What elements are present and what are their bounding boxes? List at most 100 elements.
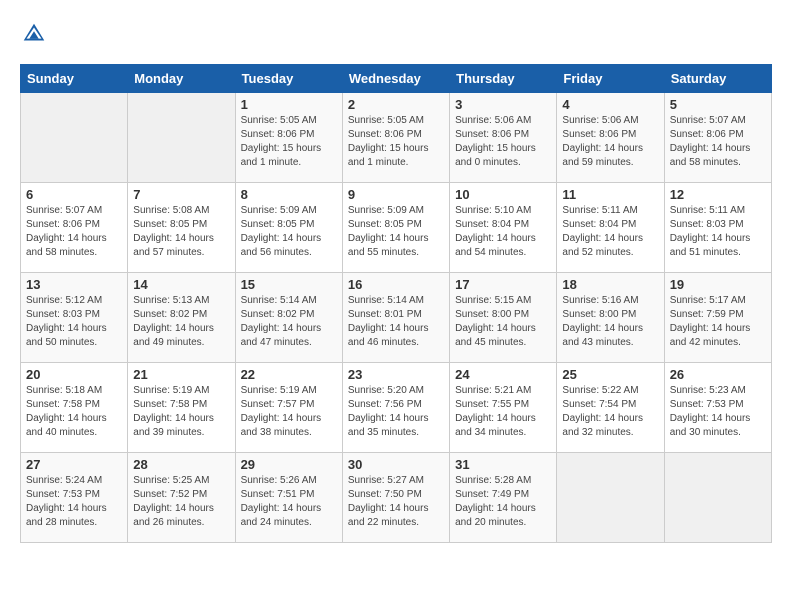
day-cell: 10Sunrise: 5:10 AMSunset: 8:04 PMDayligh… bbox=[450, 183, 557, 273]
day-info: Sunrise: 5:08 AMSunset: 8:05 PMDaylight:… bbox=[133, 204, 229, 260]
day-info: Sunrise: 5:19 AMSunset: 7:57 PMDaylight:… bbox=[241, 384, 337, 440]
day-info: Sunrise: 5:05 AMSunset: 8:06 PMDaylight:… bbox=[241, 114, 337, 170]
day-cell: 4Sunrise: 5:06 AMSunset: 8:06 PMDaylight… bbox=[557, 93, 664, 183]
day-info: Sunrise: 5:23 AMSunset: 7:53 PMDaylight:… bbox=[670, 384, 766, 440]
day-info: Sunrise: 5:14 AMSunset: 8:01 PMDaylight:… bbox=[348, 294, 444, 350]
day-cell: 24 Sunrise: 5:21 AMSunset: 7:55 PMDayligh… bbox=[450, 363, 557, 453]
day-info: Sunrise: 5:28 AMSunset: 7:49 PMDaylight:… bbox=[455, 474, 551, 530]
day-number: 27 bbox=[26, 457, 122, 472]
day-number: 6 bbox=[26, 187, 122, 202]
day-number: 1 bbox=[241, 97, 337, 112]
day-header-sunday: Sunday bbox=[21, 65, 128, 93]
day-info: Sunrise: 5:06 AMSunset: 8:06 PMDaylight:… bbox=[562, 114, 658, 170]
day-info: Sunrise: 5:27 AMSunset: 7:50 PMDaylight:… bbox=[348, 474, 444, 530]
day-info: Sunrise: 5:26 AMSunset: 7:51 PMDaylight:… bbox=[241, 474, 337, 530]
day-number: 25 bbox=[562, 367, 658, 382]
day-cell: 17 Sunrise: 5:15 AMSunset: 8:00 PMDayligh… bbox=[450, 273, 557, 363]
day-info: Sunrise: 5:16 AMSunset: 8:00 PMDaylight:… bbox=[562, 294, 658, 350]
day-info: Sunrise: 5:14 AMSunset: 8:02 PMDaylight:… bbox=[241, 294, 337, 350]
day-cell: 2 Sunrise: 5:05 AMSunset: 8:06 PMDaylight… bbox=[342, 93, 449, 183]
day-cell: 30 Sunrise: 5:27 AMSunset: 7:50 PMDayligh… bbox=[342, 453, 449, 543]
day-cell bbox=[664, 453, 771, 543]
day-header-monday: Monday bbox=[128, 65, 235, 93]
week-row-3: 13 Sunrise: 5:12 AMSunset: 8:03 PMDayligh… bbox=[21, 273, 772, 363]
day-info: Sunrise: 5:11 AMSunset: 8:04 PMDaylight:… bbox=[562, 204, 658, 260]
week-row-5: 27 Sunrise: 5:24 AMSunset: 7:53 PMDayligh… bbox=[21, 453, 772, 543]
day-number: 29 bbox=[241, 457, 337, 472]
day-info: Sunrise: 5:09 AMSunset: 8:05 PMDaylight:… bbox=[348, 204, 444, 260]
day-cell: 27 Sunrise: 5:24 AMSunset: 7:53 PMDayligh… bbox=[21, 453, 128, 543]
day-number: 8 bbox=[241, 187, 337, 202]
day-number: 18 bbox=[562, 277, 658, 292]
day-cell: 21 Sunrise: 5:19 AMSunset: 7:58 PMDayligh… bbox=[128, 363, 235, 453]
day-number: 31 bbox=[455, 457, 551, 472]
day-info: Sunrise: 5:11 AMSunset: 8:03 PMDaylight:… bbox=[670, 204, 766, 260]
day-info: Sunrise: 5:22 AMSunset: 7:54 PMDaylight:… bbox=[562, 384, 658, 440]
day-number: 26 bbox=[670, 367, 766, 382]
day-info: Sunrise: 5:19 AMSunset: 7:58 PMDaylight:… bbox=[133, 384, 229, 440]
day-cell: 1 Sunrise: 5:05 AMSunset: 8:06 PMDaylight… bbox=[235, 93, 342, 183]
day-cell: 25 Sunrise: 5:22 AMSunset: 7:54 PMDayligh… bbox=[557, 363, 664, 453]
page-header bbox=[20, 20, 772, 48]
day-number: 24 bbox=[455, 367, 551, 382]
day-number: 19 bbox=[670, 277, 766, 292]
week-row-2: 6 Sunrise: 5:07 AMSunset: 8:06 PMDaylight… bbox=[21, 183, 772, 273]
day-number: 23 bbox=[348, 367, 444, 382]
day-info: Sunrise: 5:09 AMSunset: 8:05 PMDaylight:… bbox=[241, 204, 337, 260]
day-number: 22 bbox=[241, 367, 337, 382]
day-cell bbox=[21, 93, 128, 183]
day-info: Sunrise: 5:15 AMSunset: 8:00 PMDaylight:… bbox=[455, 294, 551, 350]
day-number: 30 bbox=[348, 457, 444, 472]
day-cell: 28Sunrise: 5:25 AMSunset: 7:52 PMDayligh… bbox=[128, 453, 235, 543]
day-info: Sunrise: 5:07 AMSunset: 8:06 PMDaylight:… bbox=[26, 204, 122, 260]
day-cell: 31 Sunrise: 5:28 AMSunset: 7:49 PMDayligh… bbox=[450, 453, 557, 543]
day-info: Sunrise: 5:25 AMSunset: 7:52 PMDaylight:… bbox=[133, 474, 229, 530]
day-number: 21 bbox=[133, 367, 229, 382]
day-cell: 16 Sunrise: 5:14 AMSunset: 8:01 PMDayligh… bbox=[342, 273, 449, 363]
day-cell bbox=[128, 93, 235, 183]
day-number: 14 bbox=[133, 277, 229, 292]
day-cell: 9 Sunrise: 5:09 AMSunset: 8:05 PMDaylight… bbox=[342, 183, 449, 273]
day-cell: 6 Sunrise: 5:07 AMSunset: 8:06 PMDaylight… bbox=[21, 183, 128, 273]
calendar-table: SundayMondayTuesdayWednesdayThursdayFrid… bbox=[20, 64, 772, 543]
day-number: 13 bbox=[26, 277, 122, 292]
day-cell: 13 Sunrise: 5:12 AMSunset: 8:03 PMDayligh… bbox=[21, 273, 128, 363]
day-number: 12 bbox=[670, 187, 766, 202]
logo-icon bbox=[20, 20, 48, 48]
day-number: 2 bbox=[348, 97, 444, 112]
day-number: 17 bbox=[455, 277, 551, 292]
day-number: 20 bbox=[26, 367, 122, 382]
day-info: Sunrise: 5:24 AMSunset: 7:53 PMDaylight:… bbox=[26, 474, 122, 530]
day-cell: 29 Sunrise: 5:26 AMSunset: 7:51 PMDayligh… bbox=[235, 453, 342, 543]
day-info: Sunrise: 5:21 AMSunset: 7:55 PMDaylight:… bbox=[455, 384, 551, 440]
day-info: Sunrise: 5:20 AMSunset: 7:56 PMDaylight:… bbox=[348, 384, 444, 440]
day-cell: 22 Sunrise: 5:19 AMSunset: 7:57 PMDayligh… bbox=[235, 363, 342, 453]
day-cell: 14 Sunrise: 5:13 AMSunset: 8:02 PMDayligh… bbox=[128, 273, 235, 363]
day-info: Sunrise: 5:12 AMSunset: 8:03 PMDaylight:… bbox=[26, 294, 122, 350]
day-info: Sunrise: 5:05 AMSunset: 8:06 PMDaylight:… bbox=[348, 114, 444, 170]
day-number: 5 bbox=[670, 97, 766, 112]
week-row-1: 1 Sunrise: 5:05 AMSunset: 8:06 PMDaylight… bbox=[21, 93, 772, 183]
day-header-tuesday: Tuesday bbox=[235, 65, 342, 93]
day-number: 11 bbox=[562, 187, 658, 202]
day-cell bbox=[557, 453, 664, 543]
day-number: 9 bbox=[348, 187, 444, 202]
day-number: 16 bbox=[348, 277, 444, 292]
day-cell: 18 Sunrise: 5:16 AMSunset: 8:00 PMDayligh… bbox=[557, 273, 664, 363]
day-info: Sunrise: 5:13 AMSunset: 8:02 PMDaylight:… bbox=[133, 294, 229, 350]
day-cell: 3Sunrise: 5:06 AMSunset: 8:06 PMDaylight… bbox=[450, 93, 557, 183]
week-row-4: 20 Sunrise: 5:18 AMSunset: 7:58 PMDayligh… bbox=[21, 363, 772, 453]
day-header-thursday: Thursday bbox=[450, 65, 557, 93]
day-cell: 19Sunrise: 5:17 AMSunset: 7:59 PMDayligh… bbox=[664, 273, 771, 363]
day-cell: 5Sunrise: 5:07 AMSunset: 8:06 PMDaylight… bbox=[664, 93, 771, 183]
day-cell: 12 Sunrise: 5:11 AMSunset: 8:03 PMDayligh… bbox=[664, 183, 771, 273]
day-info: Sunrise: 5:18 AMSunset: 7:58 PMDaylight:… bbox=[26, 384, 122, 440]
day-number: 7 bbox=[133, 187, 229, 202]
day-cell: 23 Sunrise: 5:20 AMSunset: 7:56 PMDayligh… bbox=[342, 363, 449, 453]
day-number: 15 bbox=[241, 277, 337, 292]
day-number: 3 bbox=[455, 97, 551, 112]
logo bbox=[20, 20, 52, 48]
day-info: Sunrise: 5:10 AMSunset: 8:04 PMDaylight:… bbox=[455, 204, 551, 260]
day-cell: 26 Sunrise: 5:23 AMSunset: 7:53 PMDayligh… bbox=[664, 363, 771, 453]
day-header-wednesday: Wednesday bbox=[342, 65, 449, 93]
